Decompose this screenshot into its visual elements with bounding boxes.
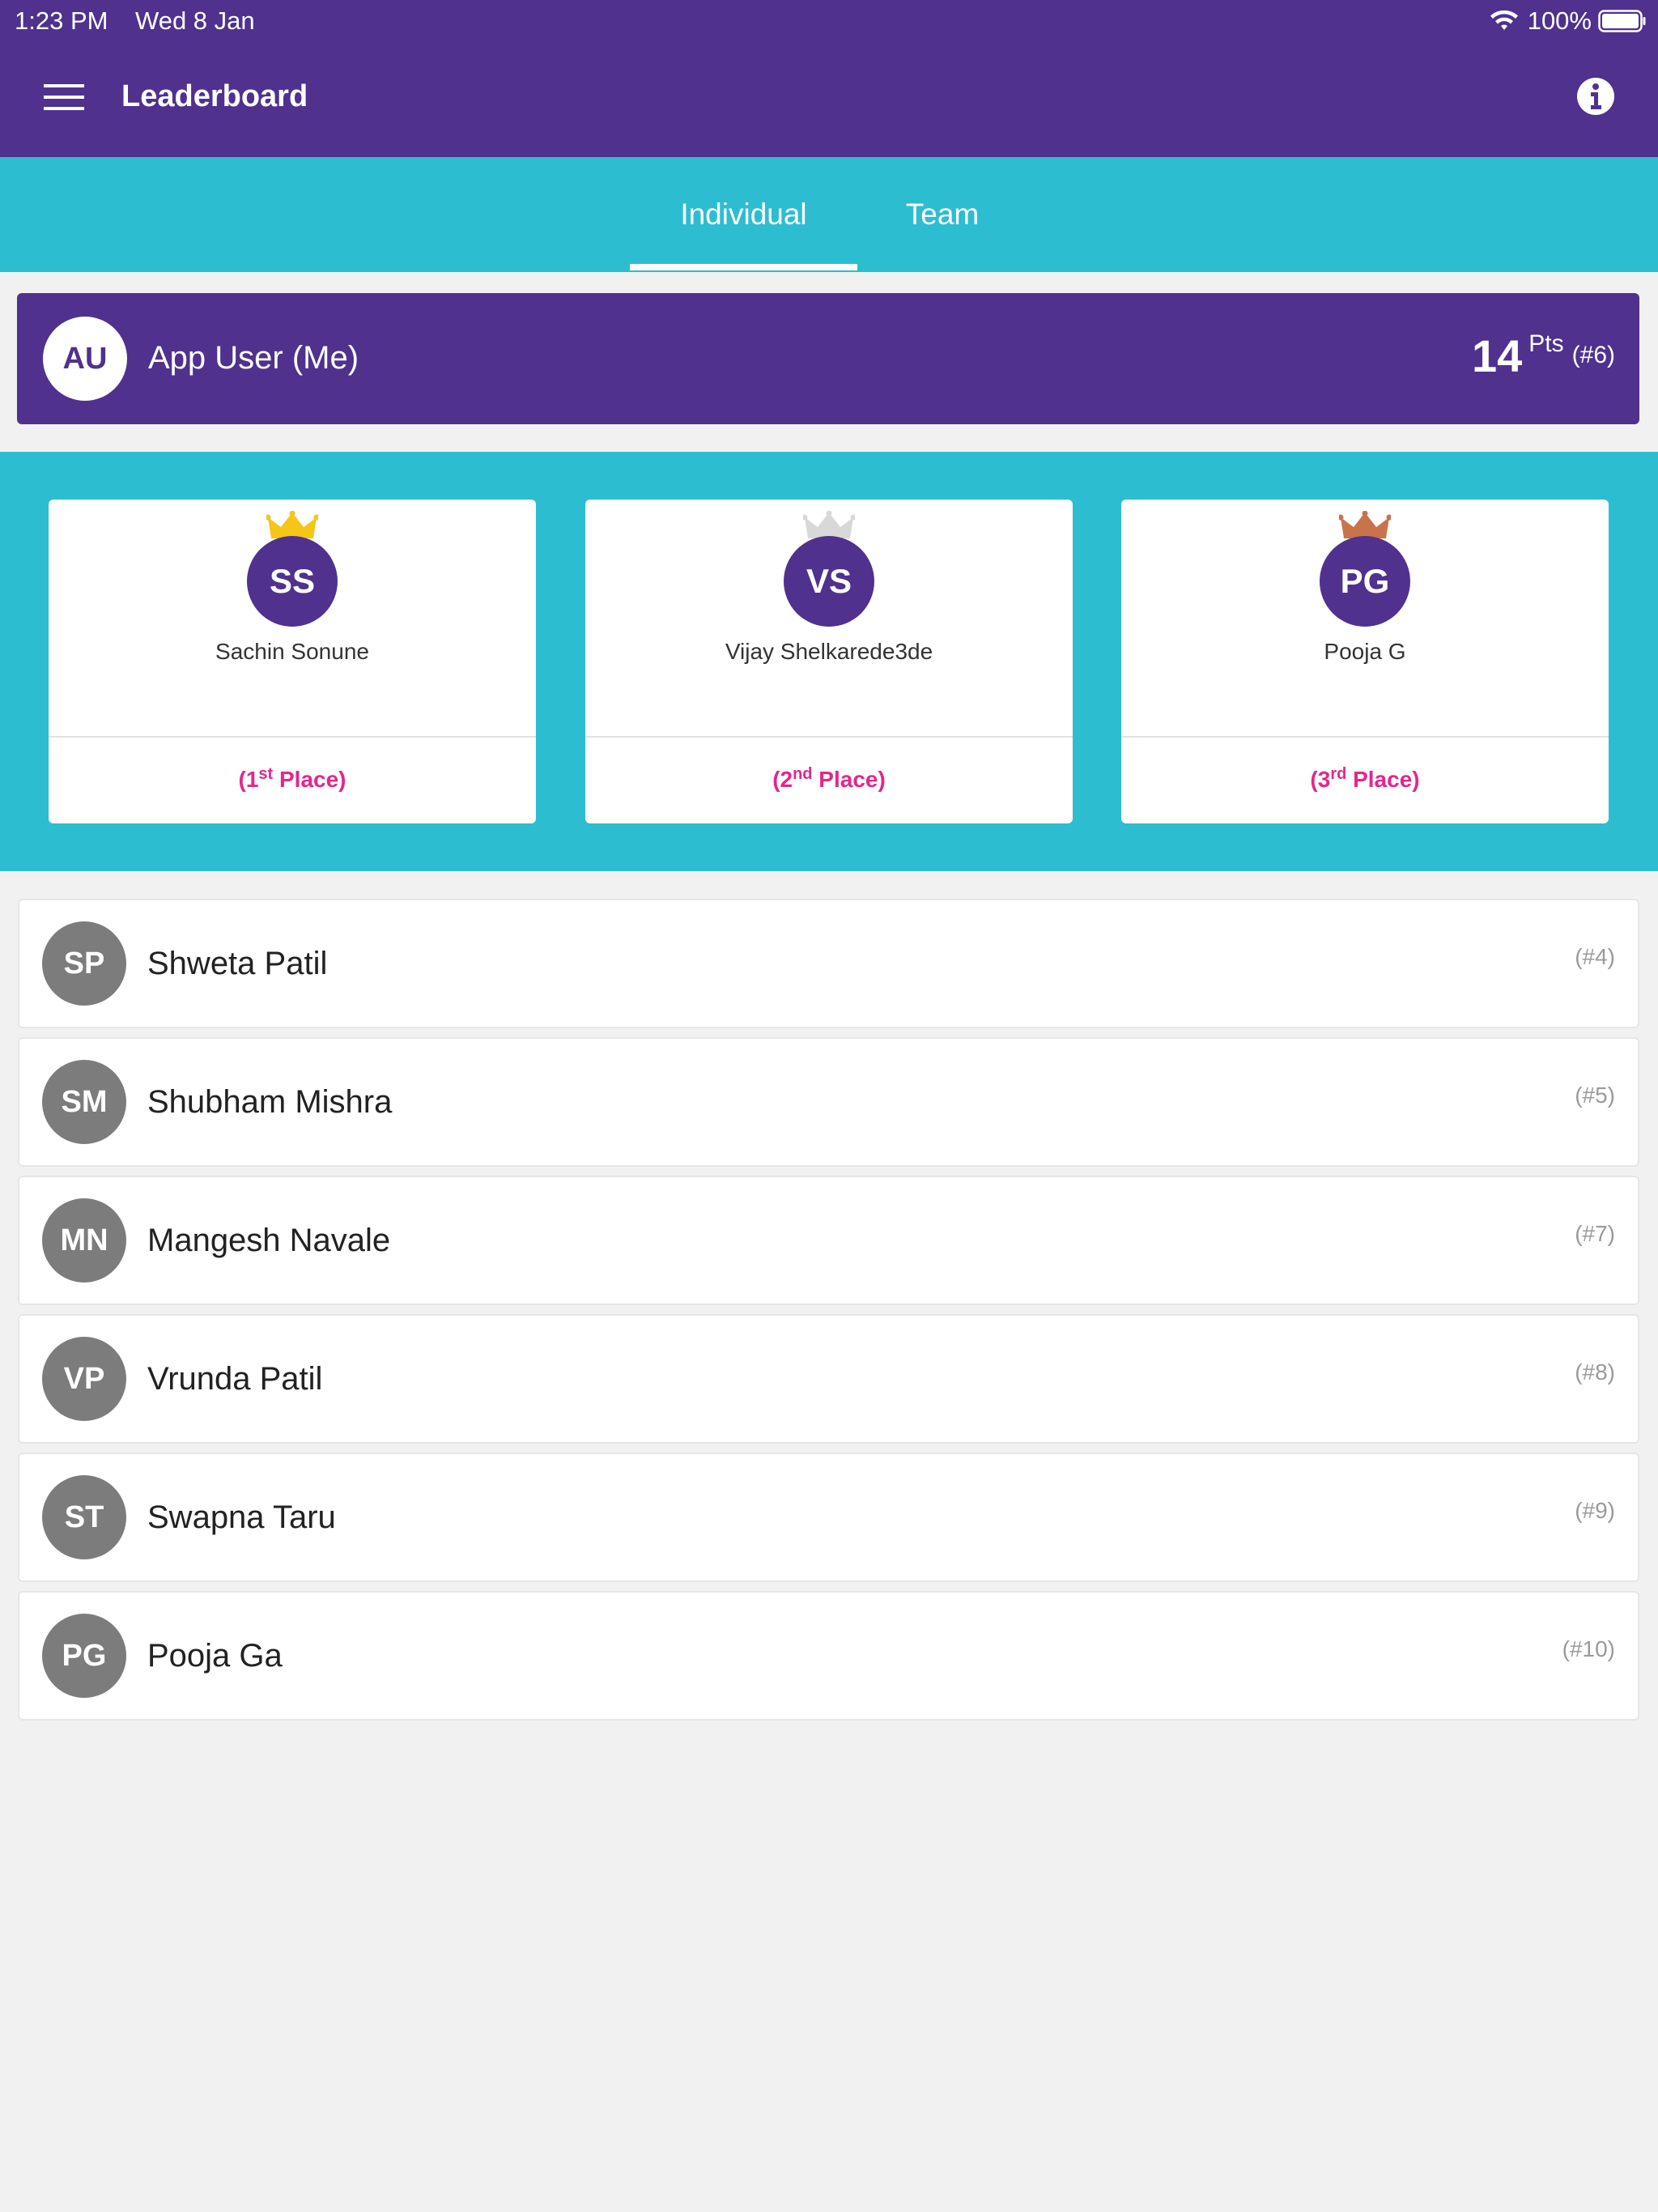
current-user-name: App User (Me) (148, 340, 359, 376)
avatar: AU (43, 317, 127, 401)
podium-place-label: (2nd Place) (772, 765, 886, 792)
status-date: Wed 8 Jan (135, 6, 255, 35)
list-item-name: Shubham Mishra (147, 1084, 393, 1120)
current-user-score: 14 Pts (#6) (1471, 330, 1615, 381)
podium-place-label: (3rd Place) (1310, 765, 1420, 792)
info-icon[interactable] (1575, 76, 1616, 117)
list-item-rank: (#4) (1575, 944, 1615, 969)
divider (585, 736, 1073, 738)
hamburger-menu-icon[interactable] (42, 81, 86, 113)
wifi-icon (1490, 10, 1518, 30)
list-item-name: Shweta Patil (147, 946, 328, 981)
list-item[interactable]: PG Pooja Ga (#10) (18, 1591, 1639, 1721)
points-label: Pts (1528, 330, 1564, 357)
active-tab-indicator (630, 264, 857, 270)
list-item-rank: (#5) (1575, 1083, 1615, 1108)
podium-name: Sachin Sonune (215, 639, 369, 664)
top-bar: 1:23 PM Wed 8 Jan 100% Leaderboard (0, 0, 1658, 157)
avatar: PG (1320, 536, 1410, 627)
current-user-card[interactable]: AU App User (Me) 14 Pts (#6) (17, 293, 1639, 424)
list-item[interactable]: SP Shweta Patil (#4) (18, 899, 1639, 1028)
divider (1121, 736, 1609, 738)
status-bar: 1:23 PM Wed 8 Jan 100% (0, 0, 1658, 42)
list-item[interactable]: VP Vrunda Patil (#8) (18, 1314, 1639, 1444)
podium-name: Vijay Shelkarede3de (725, 639, 933, 664)
avatar: VS (784, 536, 874, 627)
status-indicators: 100% (1489, 6, 1647, 36)
podium-place-label: (1st Place) (238, 765, 346, 792)
app-bar: Leaderboard (0, 42, 1658, 157)
list-item-name: Pooja Ga (147, 1638, 283, 1674)
list-item[interactable]: MN Mangesh Navale (#7) (18, 1176, 1639, 1305)
battery-percentage: 100% (1527, 6, 1592, 35)
points-value: 14 (1471, 330, 1523, 381)
list-item-rank: (#9) (1575, 1498, 1615, 1523)
avatar: SP (42, 921, 126, 1006)
podium-name: Pooja G (1324, 639, 1406, 664)
current-user-rank: (#6) (1571, 342, 1615, 368)
avatar: MN (42, 1198, 126, 1283)
list-item-rank: (#8) (1575, 1359, 1615, 1385)
list-item-name: Vrunda Patil (147, 1361, 323, 1397)
battery-icon (1598, 10, 1646, 32)
podium-section: SS Sachin Sonune (1st Place) VS Vijay Sh… (0, 452, 1658, 871)
tab-team[interactable]: Team (857, 157, 1027, 272)
list-item-name: Mangesh Navale (147, 1223, 391, 1258)
avatar: ST (42, 1475, 126, 1559)
tab-bar: Individual Team (0, 157, 1658, 272)
avatar: SM (42, 1060, 126, 1144)
page-title: Leaderboard (121, 79, 308, 113)
tab-individual[interactable]: Individual (630, 157, 857, 272)
avatar: VP (42, 1337, 126, 1421)
podium-card-second[interactable]: VS Vijay Shelkarede3de (2nd Place) (585, 500, 1073, 823)
divider (49, 736, 536, 738)
avatar: SS (247, 536, 338, 627)
list-item[interactable]: ST Swapna Taru (#9) (18, 1453, 1639, 1582)
avatar: PG (42, 1614, 126, 1698)
podium-card-third[interactable]: PG Pooja G (3rd Place) (1121, 500, 1609, 823)
list-item-name: Swapna Taru (147, 1499, 336, 1535)
podium-card-first[interactable]: SS Sachin Sonune (1st Place) (49, 500, 536, 823)
list-item-rank: (#10) (1562, 1636, 1615, 1661)
status-time: 1:23 PM (15, 6, 108, 35)
list-item[interactable]: SM Shubham Mishra (#5) (18, 1037, 1639, 1167)
list-item-rank: (#7) (1575, 1221, 1615, 1246)
